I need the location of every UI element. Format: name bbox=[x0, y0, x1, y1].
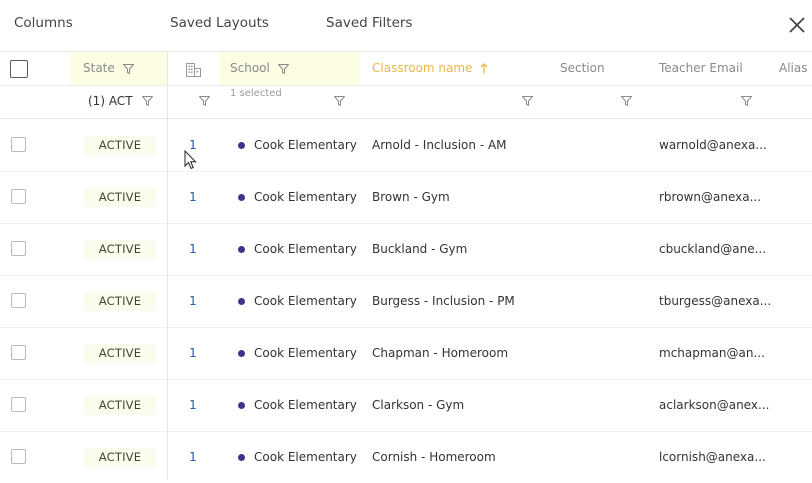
classroom-count-link[interactable]: 1 bbox=[186, 327, 200, 379]
saved-filters-button[interactable]: Saved Filters bbox=[326, 15, 412, 31]
teacher-email: warnold@anexa... bbox=[659, 138, 767, 152]
school-name: Cook Elementary bbox=[254, 294, 357, 308]
saved-layouts-button[interactable]: Saved Layouts bbox=[170, 15, 269, 31]
table-row[interactable]: ACTIVE 1 Cook Elementary Buckland - Gym … bbox=[0, 223, 812, 276]
state-filter-value: (1) ACT bbox=[88, 94, 133, 108]
teacher-email: cbuckland@ane... bbox=[659, 242, 767, 256]
funnel-icon[interactable] bbox=[199, 96, 210, 106]
funnel-icon[interactable] bbox=[621, 96, 632, 106]
classroom-name: Buckland - Gym bbox=[372, 242, 468, 256]
status-badge: ACTIVE bbox=[84, 136, 156, 155]
column-header-section[interactable]: Section bbox=[560, 52, 605, 85]
row-checkbox[interactable] bbox=[11, 137, 26, 152]
classroom-name: Burgess - Inclusion - PM bbox=[372, 294, 515, 308]
school-name: Cook Elementary bbox=[254, 450, 357, 464]
classroom-name: Brown - Gym bbox=[372, 190, 450, 204]
status-badge: ACTIVE bbox=[84, 344, 156, 363]
row-checkbox[interactable] bbox=[11, 293, 26, 308]
column-header-alias[interactable]: Alias o bbox=[779, 52, 812, 85]
classroom-count-link[interactable]: 1 bbox=[186, 431, 200, 483]
classroom-name: Clarkson - Gym bbox=[372, 398, 465, 412]
school-name: Cook Elementary bbox=[254, 398, 357, 412]
close-icon[interactable] bbox=[787, 15, 807, 35]
school-name: Cook Elementary bbox=[254, 138, 357, 152]
funnel-icon[interactable] bbox=[122, 63, 134, 74]
columns-button[interactable]: Columns bbox=[14, 15, 73, 31]
table-row[interactable]: ACTIVE 1 Cook Elementary Clarkson - Gym … bbox=[0, 379, 812, 432]
column-header-count[interactable] bbox=[186, 52, 202, 85]
school-dot-icon bbox=[238, 350, 245, 357]
funnel-icon[interactable] bbox=[334, 96, 345, 106]
column-divider bbox=[167, 52, 168, 480]
teacher-email: rbrown@anexa... bbox=[659, 190, 762, 204]
school-dot-icon bbox=[238, 246, 245, 253]
school-name: Cook Elementary bbox=[254, 346, 357, 360]
building-icon bbox=[186, 63, 201, 77]
state-header-label: State bbox=[83, 61, 115, 75]
column-header-row: State School Classroom name Section Teac… bbox=[0, 52, 812, 86]
funnel-icon[interactable] bbox=[741, 96, 752, 106]
school-dot-icon bbox=[238, 142, 245, 149]
classroom-name: Cornish - Homeroom bbox=[372, 450, 496, 464]
state-filter[interactable]: (1) ACT bbox=[88, 85, 133, 118]
funnel-icon[interactable] bbox=[277, 63, 289, 74]
status-badge: ACTIVE bbox=[84, 188, 156, 207]
school-name: Cook Elementary bbox=[254, 190, 357, 204]
classroom-header-label: Classroom name bbox=[372, 61, 473, 75]
school-filter-value[interactable]: 1 selected bbox=[230, 88, 282, 99]
school-name: Cook Elementary bbox=[254, 242, 357, 256]
table-row[interactable]: ACTIVE 1 Cook Elementary Cornish - Homer… bbox=[0, 431, 812, 483]
funnel-icon[interactable] bbox=[522, 96, 533, 106]
classroom-count-link[interactable]: 1 bbox=[186, 379, 200, 431]
row-checkbox[interactable] bbox=[11, 449, 26, 464]
school-dot-icon bbox=[238, 194, 245, 201]
funnel-icon[interactable] bbox=[142, 96, 153, 106]
status-badge: ACTIVE bbox=[84, 448, 156, 467]
column-header-state[interactable]: State bbox=[70, 52, 167, 85]
school-header-label: School bbox=[230, 61, 270, 75]
teacher-email: mchapman@an... bbox=[659, 346, 765, 360]
classroom-name: Arnold - Inclusion - AM bbox=[372, 138, 507, 152]
teacher-email: tburgess@anexa... bbox=[659, 294, 772, 308]
column-header-school[interactable]: School bbox=[220, 52, 360, 85]
status-badge: ACTIVE bbox=[84, 396, 156, 415]
column-header-teacher-email[interactable]: Teacher Email bbox=[659, 52, 743, 85]
school-dot-icon bbox=[238, 298, 245, 305]
teacher-email: lcornish@anexa... bbox=[659, 450, 766, 464]
row-checkbox[interactable] bbox=[11, 345, 26, 360]
school-dot-icon bbox=[238, 454, 245, 461]
teacher-email: aclarkson@anex... bbox=[659, 398, 770, 412]
table-row[interactable]: ACTIVE 1 Cook Elementary Brown - Gym rbr… bbox=[0, 171, 812, 224]
status-badge: ACTIVE bbox=[84, 292, 156, 311]
classroom-name: Chapman - Homeroom bbox=[372, 346, 509, 360]
table-row[interactable]: ACTIVE 1 Cook Elementary Arnold - Inclus… bbox=[0, 119, 812, 172]
classroom-count-link[interactable]: 1 bbox=[186, 223, 200, 275]
grid-toolbar: Columns Saved Layouts Saved Filters bbox=[0, 0, 812, 52]
select-all-checkbox[interactable] bbox=[10, 60, 28, 78]
arrow-up-icon bbox=[480, 63, 488, 74]
row-checkbox[interactable] bbox=[11, 397, 26, 412]
table-row[interactable]: ACTIVE 1 Cook Elementary Burgess - Inclu… bbox=[0, 275, 812, 328]
status-badge: ACTIVE bbox=[84, 240, 156, 259]
table-row[interactable]: ACTIVE 1 Cook Elementary Chapman - Homer… bbox=[0, 327, 812, 380]
mouse-pointer-icon bbox=[184, 150, 197, 170]
column-header-classroom-name[interactable]: Classroom name bbox=[372, 52, 488, 85]
row-checkbox[interactable] bbox=[11, 189, 26, 204]
filter-row: (1) ACT 1 selected bbox=[0, 85, 812, 119]
classroom-count-link[interactable]: 1 bbox=[186, 275, 200, 327]
row-checkbox[interactable] bbox=[11, 241, 26, 256]
classroom-count-link[interactable]: 1 bbox=[186, 171, 200, 223]
school-dot-icon bbox=[238, 402, 245, 409]
